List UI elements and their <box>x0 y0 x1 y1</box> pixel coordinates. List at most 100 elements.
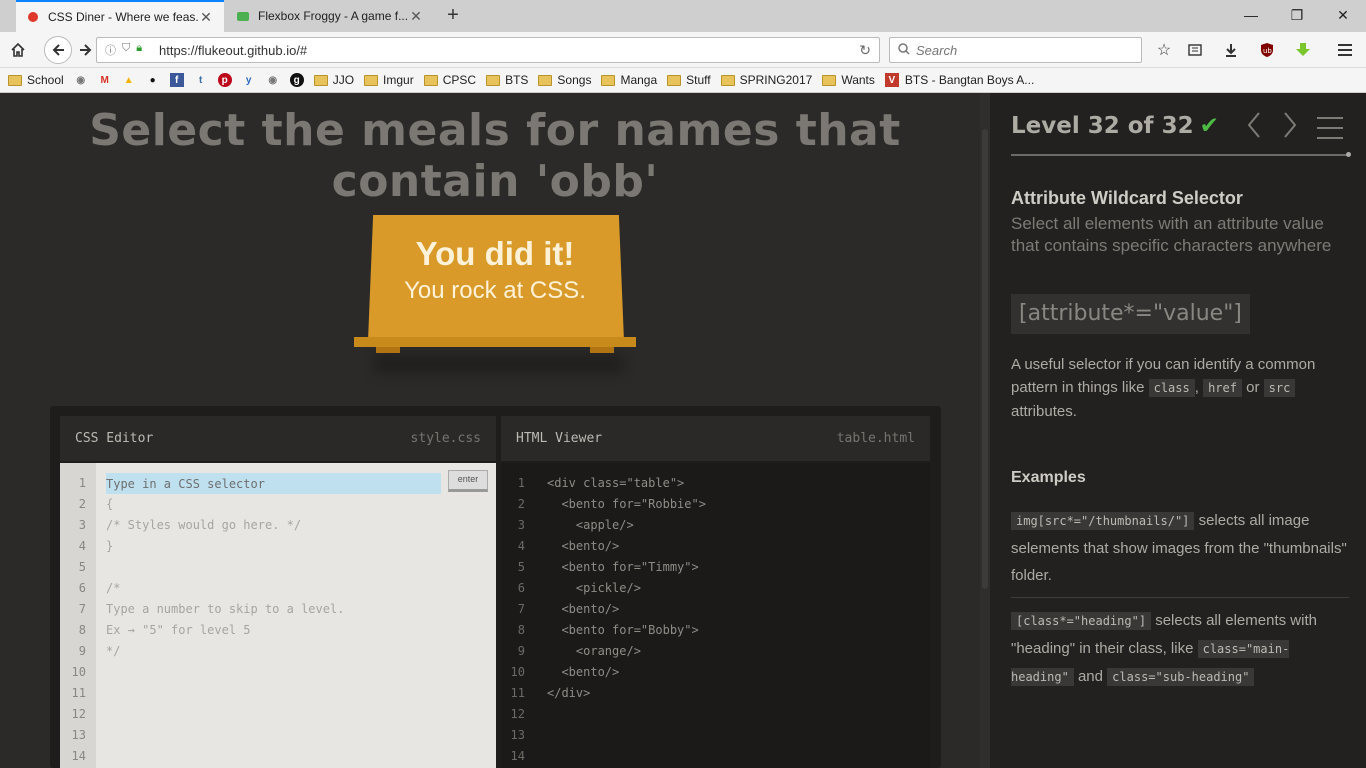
previous-level-icon[interactable] <box>1246 111 1262 146</box>
site-info-icons[interactable]: ⓘ ⛉ 🔒︎ <box>105 42 159 58</box>
line-number: 9 <box>517 644 525 658</box>
folder-icon <box>423 74 438 86</box>
github-icon[interactable]: ● <box>146 73 160 87</box>
hint-text: , <box>1194 379 1199 396</box>
bookmark-label: CPSC <box>442 73 477 87</box>
shield-icon[interactable]: ⛉ <box>122 42 130 58</box>
info-icon[interactable]: ⓘ <box>105 42 116 58</box>
folder-icon <box>313 74 328 86</box>
next-level-icon[interactable] <box>1282 111 1298 146</box>
line-number: 1 <box>78 476 86 490</box>
hint-text: or <box>1246 379 1260 396</box>
css-filename: style.css <box>410 431 481 446</box>
dining-table: You did it! You rock at CSS. <box>354 215 636 373</box>
code-line: Type a number to skip to a level. <box>106 602 345 616</box>
bookmark-label: BTS - Bangtan Boys A... <box>904 73 1035 87</box>
line-number: 4 <box>78 539 86 553</box>
code-line: <bento for="Timmy"> <box>547 560 699 574</box>
tab-title: CSS Diner - Where we feas... <box>48 10 198 24</box>
hint-text: attributes. <box>1011 403 1077 420</box>
bookmark-star-icon[interactable]: ☆ <box>1152 38 1176 62</box>
globe-icon[interactable]: ◉ <box>266 73 280 87</box>
level-indicator: Level 32 of 32 ✔ <box>1011 113 1219 139</box>
url-text[interactable]: https://flukeout.github.io/# <box>159 43 307 58</box>
reload-icon[interactable]: ↻ <box>859 42 871 59</box>
hamburger-menu-icon[interactable] <box>1333 38 1357 62</box>
bookmark-stuff[interactable]: Stuff <box>667 73 711 87</box>
line-number: 6 <box>78 581 86 595</box>
bookmark-imgur[interactable]: Imgur <box>364 73 414 87</box>
bookmark-bts-site[interactable]: V BTS - Bangtan Boys A... <box>884 73 1035 87</box>
code-line: } <box>106 539 114 553</box>
back-button[interactable] <box>44 36 72 64</box>
frog-favicon <box>236 9 250 23</box>
css-editor-header: CSS Editor style.css <box>60 416 496 461</box>
level-menu-icon[interactable] <box>1317 117 1343 147</box>
line-number: 2 <box>78 497 86 511</box>
forward-button[interactable] <box>74 38 98 62</box>
enter-button[interactable]: enter <box>448 470 488 492</box>
editor-panel: CSS Editor style.css 1 2 3 4 5 6 7 8 9 10 11 12 13 14… <box>50 406 941 768</box>
address-bar[interactable]: ⓘ ⛉ 🔒︎ https://flukeout.github.io/# ↻ <box>96 37 880 63</box>
hint-code: class <box>1148 379 1195 397</box>
bookmark-label: SPRING2017 <box>739 73 813 87</box>
search-bar[interactable] <box>889 37 1142 63</box>
download-icon[interactable] <box>1219 38 1243 62</box>
close-tab-icon[interactable]: ✕ <box>408 8 424 25</box>
new-tab-button[interactable]: + <box>442 4 464 26</box>
tumblr-icon[interactable]: t <box>194 73 208 87</box>
example-code: img[src*="/thumbnails/"] <box>1011 512 1195 530</box>
folder-icon <box>538 74 553 86</box>
pinterest-icon[interactable]: p <box>217 73 232 87</box>
bookmark-label: Manga <box>620 73 658 87</box>
minimize-button[interactable]: — <box>1228 0 1274 32</box>
bookmark-cpsc[interactable]: CPSC <box>423 73 477 87</box>
bookmark-bts[interactable]: BTS <box>486 73 528 87</box>
tab-title: Flexbox Froggy - A game f... <box>258 9 408 23</box>
home-icon[interactable] <box>6 38 30 62</box>
youtube-mp3-icon[interactable]: y <box>242 73 256 87</box>
bookmark-spring2017[interactable]: SPRING2017 <box>720 73 813 87</box>
bookmark-manga[interactable]: Manga <box>601 73 657 87</box>
close-tab-icon[interactable]: ✕ <box>198 9 214 26</box>
goodreads-icon[interactable]: g <box>289 73 304 87</box>
gmail-icon[interactable]: M <box>98 73 112 87</box>
line-number: 13 <box>71 728 86 742</box>
tab-css-diner[interactable]: CSS Diner - Where we feas... ✕ <box>16 0 224 32</box>
facebook-icon[interactable]: f <box>169 73 184 87</box>
html-viewer: HTML Viewer table.html 1 2 3 4 5 6 7 8 9 10 11 12 13… <box>501 416 930 768</box>
selector-description: Select all elements with an attribute va… <box>1011 214 1332 255</box>
line-number: 14 <box>510 749 525 763</box>
bookmark-songs[interactable]: Songs <box>538 73 591 87</box>
line-number: 6 <box>517 581 525 595</box>
bookmark-school[interactable]: School <box>8 73 64 87</box>
hint-code: href <box>1203 379 1242 397</box>
folder-icon <box>486 74 501 86</box>
ublock-icon[interactable]: ub <box>1255 38 1279 62</box>
bookmark-label: School <box>27 73 64 87</box>
tab-flexbox-froggy[interactable]: Flexbox Froggy - A game f... ✕ <box>226 0 434 32</box>
scrollbar[interactable] <box>980 93 990 768</box>
scrollbar-thumb[interactable] <box>982 129 988 589</box>
line-number: 2 <box>517 497 525 511</box>
code-line: { <box>106 497 114 511</box>
css-selector-input[interactable] <box>106 473 441 494</box>
line-number: 3 <box>517 518 525 532</box>
search-input[interactable] <box>916 42 1116 58</box>
drive-icon[interactable]: ▲ <box>122 73 136 87</box>
restore-button[interactable]: ❐ <box>1274 0 1320 32</box>
level-text: Level 32 of 32 <box>1011 113 1194 139</box>
globe-icon[interactable]: ◉ <box>74 73 88 87</box>
css-code: {/* Styles would go here. */} /* Type a nu… <box>106 473 344 767</box>
green-download-icon[interactable] <box>1291 38 1315 62</box>
lock-icon[interactable]: 🔒︎ <box>136 42 142 58</box>
bookmark-jjo[interactable]: JJO <box>313 73 354 87</box>
bookmark-wants[interactable]: Wants <box>822 73 875 87</box>
reading-list-icon[interactable] <box>1183 38 1207 62</box>
folder-icon <box>601 74 616 86</box>
close-window-button[interactable]: ✕ <box>1320 0 1366 32</box>
